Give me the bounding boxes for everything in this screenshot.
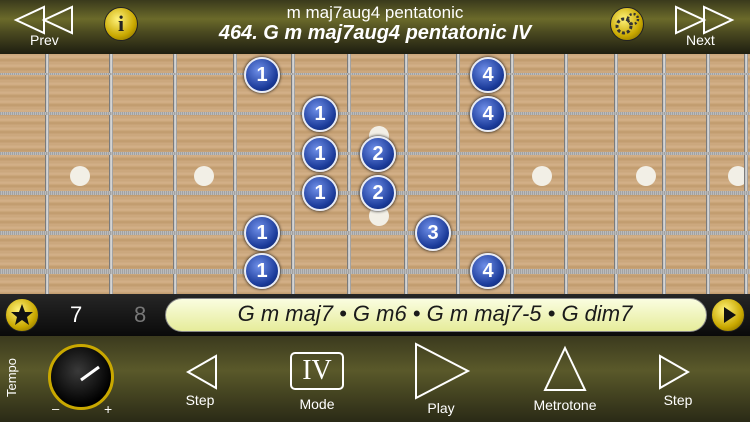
fast-forward-icon — [675, 5, 735, 35]
note-marker[interactable]: 2 — [360, 136, 396, 172]
tempo-dial-icon — [80, 365, 100, 382]
gear-icon — [615, 12, 640, 35]
favorite-button[interactable] — [5, 298, 39, 332]
play-icon — [415, 342, 471, 400]
mode-button[interactable]: IV Mode — [288, 350, 348, 414]
star-icon — [11, 304, 33, 325]
step-forward-label: Step — [663, 392, 693, 408]
metrotone-label: Metrotone — [533, 397, 597, 413]
play-button[interactable]: Play — [408, 342, 474, 418]
fret-wire — [744, 54, 748, 294]
next-button[interactable]: Next — [672, 3, 736, 51]
tempo-minus[interactable]: – — [52, 401, 59, 416]
note-marker[interactable]: 4 — [470, 96, 506, 132]
step-forward-icon — [659, 354, 691, 390]
step-back-button[interactable]: Step — [176, 350, 220, 410]
position-next[interactable]: 8 — [134, 302, 146, 328]
note-marker[interactable]: 1 — [244, 215, 280, 251]
info-button[interactable]: i — [104, 7, 138, 41]
prev-button[interactable]: Prev — [13, 3, 78, 51]
string-2 — [0, 112, 750, 115]
fret-wire — [233, 54, 237, 294]
position-current[interactable]: 7 — [70, 302, 82, 328]
step-back-label: Step — [185, 392, 215, 408]
fret-wire — [347, 54, 351, 294]
step-back-icon — [185, 354, 217, 390]
fret-inlay — [532, 166, 552, 186]
fretboard[interactable]: 1 4 1 4 1 2 1 2 1 3 1 4 — [0, 54, 750, 294]
string-6 — [0, 269, 750, 274]
fret-wire — [404, 54, 408, 294]
fret-wire — [291, 54, 295, 294]
fret-inlay — [636, 166, 656, 186]
note-marker[interactable]: 1 — [302, 175, 338, 211]
string-1 — [0, 73, 750, 75]
fret-wire — [662, 54, 666, 294]
rewind-icon — [13, 5, 73, 35]
note-marker[interactable]: 1 — [244, 57, 280, 93]
metrotone-button[interactable]: Metrotone — [526, 345, 604, 416]
next-label: Next — [686, 32, 715, 48]
fret-inlay — [194, 166, 214, 186]
mode-label: Mode — [299, 396, 335, 412]
fret-wire — [45, 54, 49, 294]
note-marker[interactable]: 2 — [360, 175, 396, 211]
scale-subtitle: m maj7aug4 pentatonic — [286, 3, 464, 22]
chord-next-button[interactable] — [711, 298, 745, 332]
note-marker[interactable]: 4 — [470, 57, 506, 93]
fret-inlay — [70, 166, 90, 186]
prev-label: Prev — [30, 32, 59, 48]
step-forward-button[interactable]: Step — [654, 350, 704, 410]
tempo-label: Tempo — [4, 357, 20, 398]
fret-wire — [706, 54, 710, 294]
fret-wire — [614, 54, 618, 294]
tempo-plus[interactable]: + — [104, 401, 112, 417]
fret-wire — [564, 54, 568, 294]
note-marker[interactable]: 1 — [302, 96, 338, 132]
note-marker[interactable]: 1 — [244, 253, 280, 289]
info-icon: i — [117, 11, 125, 36]
play-icon — [724, 307, 736, 323]
string-5 — [0, 231, 750, 235]
fret-wire — [510, 54, 514, 294]
play-label: Play — [427, 400, 455, 416]
settings-button[interactable] — [610, 7, 644, 41]
mode-value: IV — [290, 352, 344, 390]
note-marker[interactable]: 1 — [302, 136, 338, 172]
metronome-icon — [543, 345, 587, 391]
note-marker[interactable]: 4 — [470, 253, 506, 289]
fret-wire — [456, 54, 460, 294]
fret-wire — [109, 54, 113, 294]
fret-wire — [173, 54, 177, 294]
chord-list-text: G m maj7 • G m6 • G m maj7-5 • G dim7 — [237, 301, 633, 326]
scale-title: 464. G m maj7aug4 pentatonic IV — [218, 22, 532, 44]
note-marker[interactable]: 3 — [415, 215, 451, 251]
